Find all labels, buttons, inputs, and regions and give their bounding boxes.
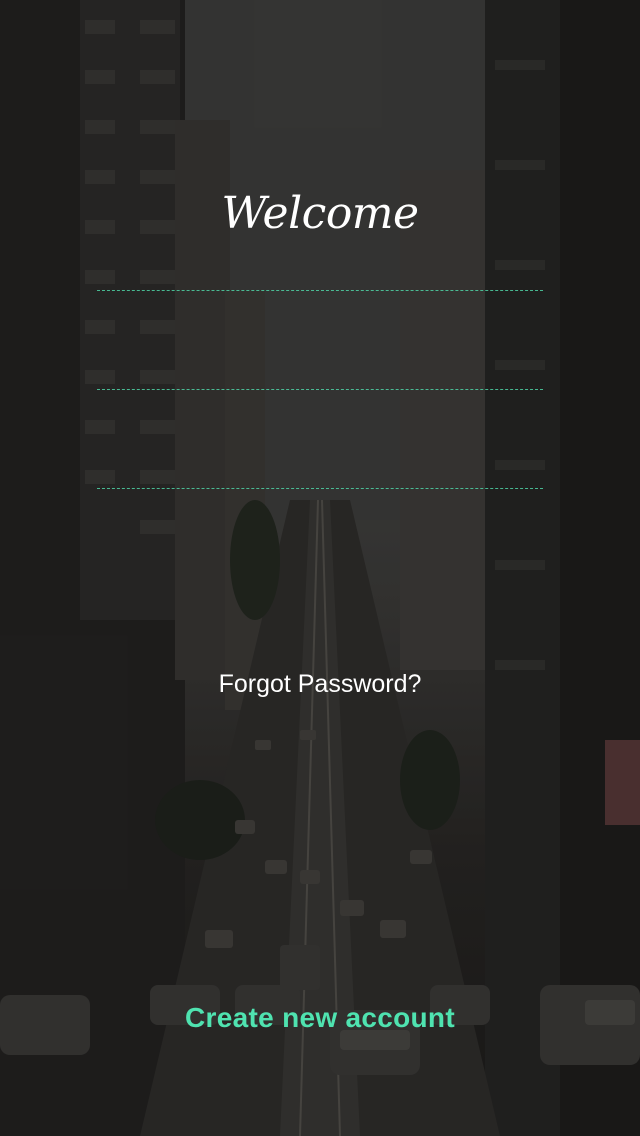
username-field[interactable]: [97, 245, 543, 291]
login-screen: Welcome Forgot Password? Create new acco…: [0, 0, 640, 1136]
username-input[interactable]: [97, 245, 543, 291]
password-input[interactable]: [97, 443, 543, 489]
create-account-button[interactable]: Create new account: [0, 1002, 640, 1034]
password-field-underline: [97, 488, 543, 489]
welcome-title: Welcome: [221, 188, 419, 239]
city-street-background-image: [0, 0, 640, 1136]
email-field[interactable]: [97, 344, 543, 390]
email-input[interactable]: [97, 344, 543, 390]
password-field[interactable]: [97, 443, 543, 489]
forgot-password-link[interactable]: Forgot Password?: [0, 670, 640, 699]
username-field-underline: [97, 290, 543, 291]
email-field-underline: [97, 389, 543, 390]
